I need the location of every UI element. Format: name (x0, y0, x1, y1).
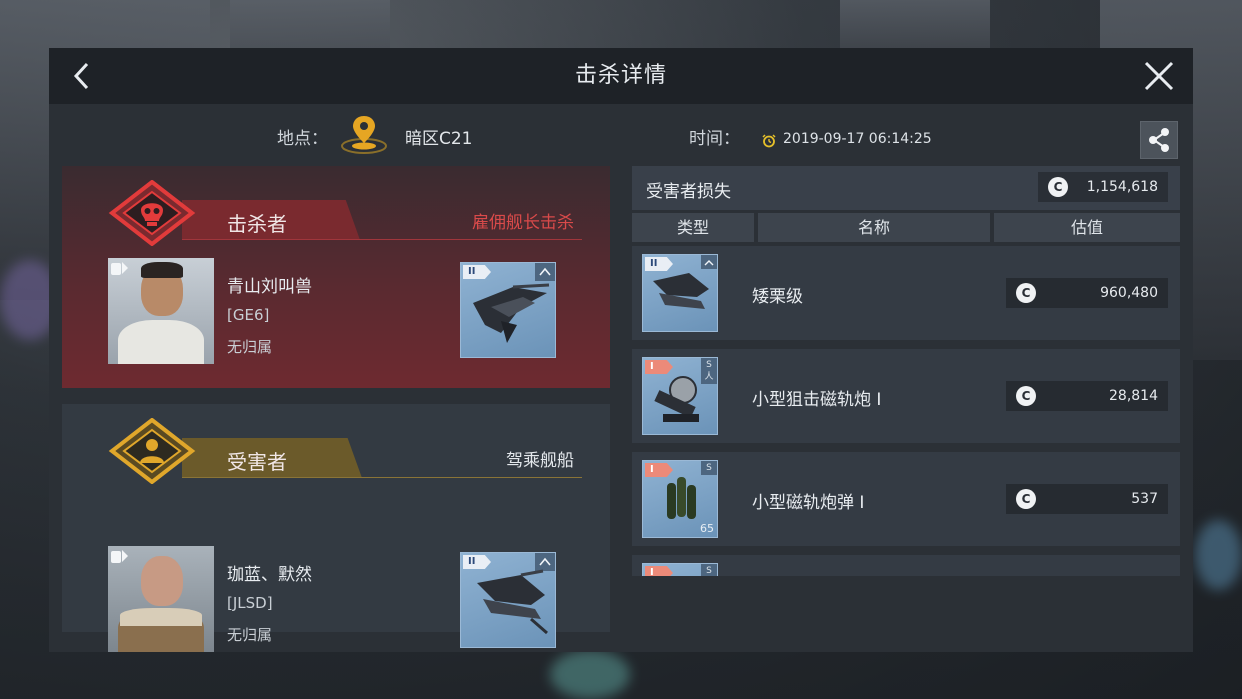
item-value: 537 (1131, 491, 1158, 507)
victim-losses-panel: 受害者损失 C 1,154,618 类型 名称 估值 II 矮栗级 C 960,… (632, 166, 1180, 576)
item-thumb[interactable]: I S (642, 563, 718, 576)
frigate-ship-icon (473, 283, 550, 343)
slot-tag: S (701, 564, 717, 576)
item-value: 960,480 (1100, 285, 1158, 301)
location-pin-icon (341, 116, 387, 154)
page-title: 击杀详情 (574, 63, 667, 88)
id-card-icon (111, 550, 128, 563)
killer-note: 雇佣舰长击杀 (472, 213, 574, 233)
killer-role-label: 击杀者 (227, 212, 287, 236)
victim-name[interactable]: 珈蓝、默然 (227, 560, 312, 585)
victim-avatar[interactable] (108, 546, 214, 652)
item-value-box: C 960,480 (1006, 278, 1168, 308)
share-button[interactable] (1140, 121, 1178, 159)
item-quantity: 65 (700, 522, 714, 535)
item-value-box: C 28,814 (1006, 381, 1168, 411)
time-value: 2019-09-17 06:14:25 (783, 131, 932, 147)
frigate-ship-icon (653, 273, 709, 309)
location-label: 地点： (277, 129, 328, 149)
item-thumb[interactable]: I S 65 (642, 460, 718, 538)
victim-alliance: 无归属 (227, 626, 273, 644)
avatar-hair (141, 262, 183, 278)
victim-ship-thumb[interactable]: II (460, 552, 556, 648)
killer-ship-thumb[interactable]: II (460, 262, 556, 358)
killer-name[interactable]: 青山刘叫兽 (227, 272, 312, 297)
item-thumb[interactable]: I S 人 (642, 357, 718, 435)
avatar-head (141, 556, 183, 606)
currency-icon: C (1016, 283, 1036, 303)
panel-header: 击杀详情 (49, 48, 1193, 104)
killer-divider (182, 239, 582, 240)
currency-icon: C (1016, 386, 1036, 406)
losses-header: 受害者损失 C 1,154,618 (632, 166, 1180, 210)
close-icon (1144, 61, 1174, 91)
alarm-clock-icon (762, 134, 776, 148)
column-header-value: 估值 (994, 213, 1180, 242)
item-name: 小型磁轨炮弹 I (752, 493, 865, 513)
kill-details-panel: 击杀详情 地点： 暗区C21 时间： 2019-09-17 06:14:25 击… (49, 48, 1193, 652)
loss-item-row[interactable]: I S 65 小型磁轨炮弹 I C 537 (632, 452, 1180, 546)
currency-icon: C (1048, 177, 1068, 197)
victim-note: 驾乘舰船 (506, 451, 574, 471)
killer-card: 击杀者 雇佣舰长击杀 青山刘叫兽 [GE6] 无归属 II (62, 166, 610, 388)
item-value: 28,814 (1109, 388, 1158, 404)
loss-item-row[interactable]: I S (632, 555, 1180, 576)
person-emblem-icon (108, 418, 196, 484)
avatar-collar (120, 608, 202, 626)
info-row: 地点： 暗区C21 时间： 2019-09-17 06:14:25 (49, 104, 1193, 164)
victim-card: 受害者 驾乘舰船 珈蓝、默然 [JLSD] 无归属 II (62, 404, 610, 652)
close-button[interactable] (1139, 56, 1179, 96)
item-thumb[interactable]: II (642, 254, 718, 332)
currency-icon: C (1016, 489, 1036, 509)
column-header-name: 名称 (758, 213, 990, 242)
losses-title: 受害者损失 (646, 182, 731, 202)
loss-item-row[interactable]: II 矮栗级 C 960,480 (632, 246, 1180, 340)
total-loss-value: 1,154,618 (1086, 179, 1158, 195)
killer-alliance: 无归属 (227, 338, 273, 356)
avatar-body (118, 320, 204, 364)
time-label: 时间： (689, 129, 740, 149)
item-value-box: C 537 (1006, 484, 1168, 514)
tier-badge: I (645, 566, 673, 576)
total-loss-box: C 1,154,618 (1038, 172, 1168, 202)
skull-emblem-icon (108, 180, 196, 246)
victim-corp: [JLSD] (227, 594, 273, 612)
location-value: 暗区C21 (405, 129, 473, 149)
railgun-turret-icon (654, 376, 699, 422)
item-name: 矮栗级 (752, 287, 803, 307)
item-name: 小型狙击磁轨炮 I (752, 390, 882, 410)
loss-item-row[interactable]: I S 人 小型狙击磁轨炮 I C 28,814 (632, 349, 1180, 443)
killer-avatar[interactable] (108, 258, 214, 364)
victim-role-label: 受害者 (227, 450, 287, 474)
share-icon (1149, 128, 1169, 152)
victim-divider (182, 477, 582, 478)
column-header-type: 类型 (632, 213, 754, 242)
id-card-icon (111, 262, 128, 275)
killer-corp: [GE6] (227, 306, 270, 324)
frigate-ship-icon (477, 569, 548, 635)
